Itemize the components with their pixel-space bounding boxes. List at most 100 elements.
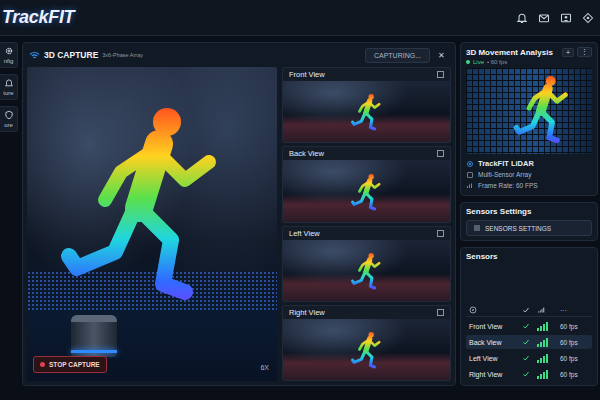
capture-header: 3D CAPTURE 3x6-Phase Array CAPTURING... … [23,43,455,67]
expand-icon[interactable] [437,71,444,78]
view-label: Left View [289,229,320,238]
device-name: TrackFIT LiDAR [478,159,534,168]
signal-bar [543,356,545,363]
bell-icon[interactable] [516,12,528,24]
view-list: Front View Back View Left View Right Vie… [282,67,451,381]
sensor-name: Right View [469,371,519,378]
expand-icon[interactable] [437,150,444,157]
sidebar-label: ore [4,122,13,128]
mail-icon[interactable] [538,12,550,24]
zoom-label: 6X [260,364,269,371]
id-card-icon[interactable] [560,12,572,24]
runner-figure [348,168,386,218]
view-image [283,160,450,221]
analysis-image [466,68,592,154]
device-row: TrackFIT LiDAR [466,158,592,169]
signal-bar [543,340,545,347]
array-label: Multi-Sensor Array [478,171,531,178]
check-icon [522,370,530,378]
array-row: Multi-Sensor Array [466,169,592,180]
runner-figure [508,69,578,153]
runner-figure [348,88,386,138]
main-area: nfig ture ore 3D CAPTURE 3x6-Phase Array… [0,36,600,400]
sensors-title: Sensors [466,252,592,300]
sidebar-label: ture [3,90,13,96]
sensor-name: Front View [469,323,519,330]
sliders-icon [473,224,481,232]
signal-bar [543,324,545,331]
capturing-status-button[interactable]: CAPTURING... [365,48,430,63]
view-header: Back View [283,147,450,160]
runner-figure [45,83,245,333]
sidebar-item[interactable]: ore [0,106,18,132]
sensor-row[interactable]: Front View 60 fps [466,319,592,333]
movement-analysis-card: 3D Movement Analysis +⋮ Live • 60 fps Tr… [460,42,598,196]
sensor-row[interactable]: Back View 60 fps [466,335,592,349]
live-rate: • 60 fps [487,59,507,65]
check-icon [522,354,530,362]
sidebar-label: nfig [4,58,14,64]
view-card[interactable]: Left View [282,226,451,302]
frame-rate-label: Frame Rate: 60 FPS [478,182,538,189]
top-icons [516,12,594,24]
view-label: Front View [289,70,325,79]
capture-view: STOP CAPTURE 6X [27,67,277,381]
sensors-settings-title: Sensors Settings [466,207,592,216]
analysis-action-button[interactable]: ⋮ [577,47,592,57]
sensors-settings-card: Sensors Settings SENSORS SETTINGS [460,202,598,241]
settings-icon[interactable] [582,12,594,24]
signal-bar [546,322,548,331]
view-card[interactable]: Right View [282,305,451,381]
sidebar-item[interactable]: nfig [0,42,18,68]
view-header: Right View [283,306,450,319]
lidar-icon [466,160,474,168]
sensor-name: Left View [469,355,519,362]
sensor-row[interactable]: Left View 60 fps [466,351,592,365]
signal-bar [540,342,542,347]
lidar-device-ring [71,350,117,353]
view-image [283,81,450,142]
signal-meter [537,354,557,363]
check-icon [522,322,530,330]
stop-capture-button[interactable]: STOP CAPTURE [33,356,107,373]
signal-bar [540,358,542,363]
capture-subtitle: 3x6-Phase Array [102,52,143,58]
runner-figure [348,247,386,297]
record-dot-icon [40,362,45,367]
sensor-fps: 60 fps [560,339,589,346]
sensors-table-header: ··· [466,304,592,317]
status-check-icon [522,306,530,314]
sidebar-item[interactable]: ture [0,74,18,100]
capture-body: STOP CAPTURE 6X Front View Back View Lef… [23,67,455,385]
view-label: Right View [289,308,325,317]
expand-icon[interactable] [437,309,444,316]
wifi-icon [29,50,40,61]
signal-bar [546,370,548,379]
app-logo[interactable]: TrackFIT [2,7,74,28]
view-card[interactable]: Back View [282,146,451,222]
analysis-header: 3D Movement Analysis +⋮ [466,47,592,57]
signal-bar [546,354,548,363]
sensors-settings-button[interactable]: SENSORS SETTINGS [466,220,592,236]
analysis-title: 3D Movement Analysis [466,48,559,57]
signal-bar [537,376,539,379]
live-status: Live • 60 fps [466,59,592,65]
frame-rate-icon [466,182,474,190]
signal-bar [537,344,539,347]
view-header: Front View [283,68,450,81]
sensor-row[interactable]: Right View 60 fps [466,367,592,381]
gear-icon [4,46,14,56]
lidar-device [71,315,117,357]
analysis-action-button[interactable]: + [562,48,574,57]
signal-bar [546,338,548,347]
view-card[interactable]: Front View [282,67,451,143]
sidebar: nfig ture ore [0,42,18,386]
sensor-name: Back View [469,339,519,346]
expand-icon[interactable] [437,230,444,237]
trackfit-app: TrackFIT nfig ture ore 3D CAPTURE 3x6-Ph… [0,0,600,400]
capture-icon [4,78,14,88]
more-label[interactable]: ··· [560,307,589,314]
close-button[interactable]: ✕ [434,51,449,60]
check-icon [522,338,530,346]
sensor-fps: 60 fps [560,371,589,378]
